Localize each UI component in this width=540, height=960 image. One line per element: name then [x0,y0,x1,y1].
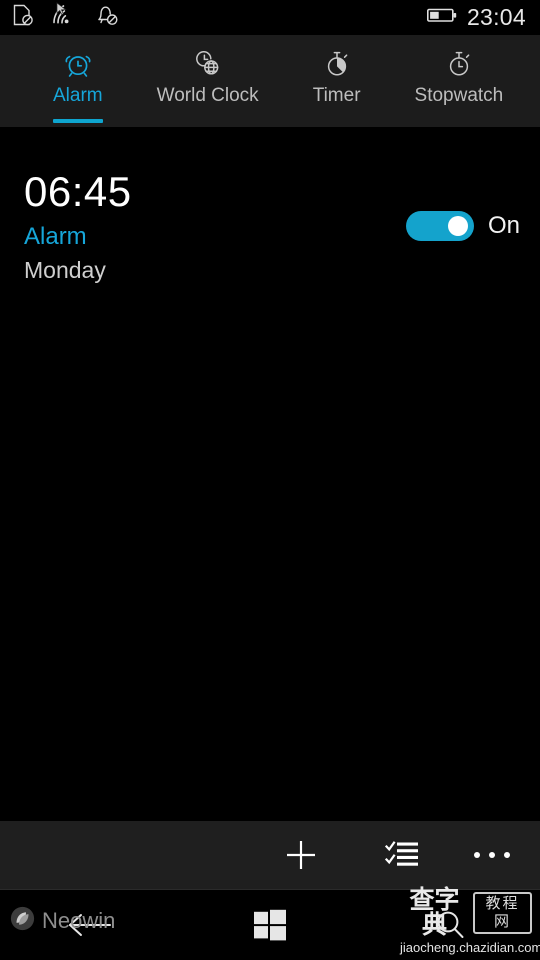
alarm-details: 06:45 Alarm Monday [24,169,406,286]
alarm-toggle-group: On [405,169,520,241]
tab-active-underline [53,119,103,123]
select-alarms-button[interactable] [365,821,439,889]
nav-search-button[interactable] [360,890,540,960]
tab-alarm-label: Alarm [53,85,103,106]
select-checklist-icon [385,841,418,866]
ellipsis-dot-3 [504,852,510,858]
timer-icon [322,49,352,79]
tab-stopwatch[interactable]: Stopwatch [414,35,504,127]
phone-screen: 23:04 Alarm World Clock Timer Stopwatch … [0,0,540,960]
nav-back-button[interactable] [0,890,180,960]
tab-world-clock-label: World Clock [156,85,259,106]
ellipsis-icon [474,852,510,858]
alarm-days: Monday [24,257,106,283]
alarm-clock-icon [63,49,93,79]
alarm-list-item[interactable]: 06:45 Alarm Monday On [0,127,540,286]
status-bar-clock: 23:04 [466,4,526,30]
command-bar [0,821,540,889]
status-bar-right: 23:04 [426,0,526,35]
tab-stopwatch-label: Stopwatch [414,85,504,106]
stopwatch-icon [444,49,474,79]
ellipsis-dot-2 [489,852,495,858]
plus-icon [287,841,315,869]
status-bar: 23:04 [0,0,540,35]
pivot-tab-bar: Alarm World Clock Timer Stopwatch [0,35,540,127]
alarm-toggle-knob [447,216,468,236]
alarm-toggle[interactable] [405,211,474,241]
nav-start-button[interactable] [180,890,360,960]
system-nav-bar [0,889,540,960]
alarm-time: 06:45 [24,168,132,215]
windows-logo-icon [254,909,286,941]
tab-timer[interactable]: Timer [313,35,361,127]
tab-world-clock[interactable]: World Clock [157,35,259,127]
mouse-cursor-icon [56,2,68,16]
add-alarm-button[interactable] [264,821,338,889]
alarm-name: Alarm [24,223,87,250]
world-clock-icon [193,49,223,79]
alarm-toggle-label: On [487,212,520,239]
tab-alarm[interactable]: Alarm [53,35,103,127]
sim-card-off-icon [13,4,33,31]
alarm-list: 06:45 Alarm Monday On [0,127,540,821]
battery-icon [426,6,457,29]
more-options-button[interactable] [455,821,529,889]
search-icon [437,911,464,938]
tab-timer-label: Timer [312,85,361,106]
ellipsis-dot-1 [474,852,480,858]
back-arrow-icon [69,914,111,936]
notifications-off-icon [95,4,119,31]
